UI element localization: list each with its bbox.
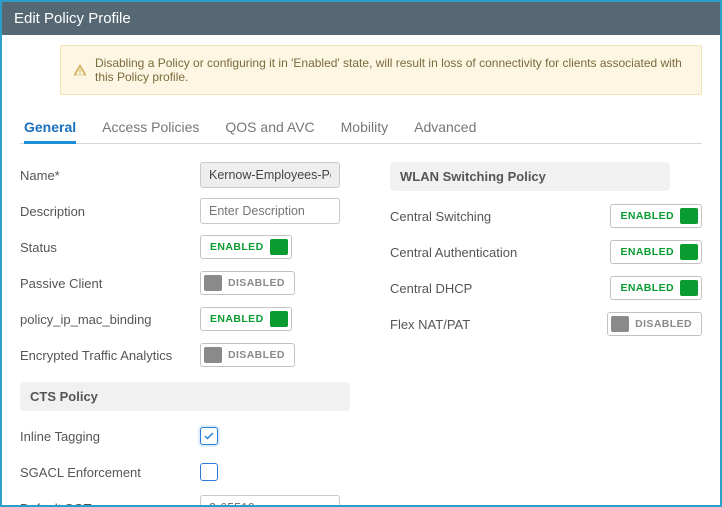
window-title: Edit Policy Profile <box>2 2 720 35</box>
flex-nat-pat-label: Flex NAT/PAT <box>390 317 550 332</box>
check-icon <box>203 430 215 442</box>
central-switching-toggle[interactable]: ENABLED <box>610 204 702 228</box>
tab-mobility[interactable]: Mobility <box>341 113 388 143</box>
central-auth-label: Central Authentication <box>390 245 550 260</box>
name-label: Name* <box>20 168 200 183</box>
sgacl-label: SGACL Enforcement <box>20 465 200 480</box>
status-toggle[interactable]: ENABLED <box>200 235 292 259</box>
tab-general[interactable]: General <box>24 113 76 143</box>
flex-nat-pat-toggle[interactable]: DISABLED <box>607 312 702 336</box>
content-area: Disabling a Policy or configuring it in … <box>2 35 720 505</box>
description-input[interactable] <box>200 198 340 224</box>
eta-toggle[interactable]: DISABLED <box>200 343 295 367</box>
central-auth-toggle-text: ENABLED <box>614 246 680 258</box>
toggle-knob <box>680 280 698 296</box>
passive-client-toggle[interactable]: DISABLED <box>200 271 295 295</box>
sgacl-checkbox[interactable] <box>200 463 218 481</box>
edit-policy-window: Edit Policy Profile Disabling a Policy o… <box>0 0 722 507</box>
left-column: Name* Description Status ENABLED <box>20 162 350 505</box>
cts-policy-header: CTS Policy <box>20 382 350 411</box>
central-switching-toggle-text: ENABLED <box>614 210 680 222</box>
warning-text: Disabling a Policy or configuring it in … <box>95 56 689 84</box>
toggle-knob <box>204 275 222 291</box>
toggle-knob <box>680 208 698 224</box>
tab-bar: General Access Policies QOS and AVC Mobi… <box>20 113 702 144</box>
warning-banner: Disabling a Policy or configuring it in … <box>60 45 702 95</box>
central-dhcp-label: Central DHCP <box>390 281 550 296</box>
status-toggle-text: ENABLED <box>204 241 270 253</box>
passive-client-label: Passive Client <box>20 276 200 291</box>
form-columns: Name* Description Status ENABLED <box>20 162 702 505</box>
wlan-switching-header: WLAN Switching Policy <box>390 162 670 191</box>
eta-label: Encrypted Traffic Analytics <box>20 348 200 363</box>
eta-toggle-text: DISABLED <box>222 349 291 361</box>
tab-qos-avc[interactable]: QOS and AVC <box>225 113 314 143</box>
name-input[interactable] <box>200 162 340 188</box>
toggle-knob <box>611 316 629 332</box>
passive-client-toggle-text: DISABLED <box>222 277 291 289</box>
flex-nat-pat-toggle-text: DISABLED <box>629 318 698 330</box>
central-auth-toggle[interactable]: ENABLED <box>610 240 702 264</box>
toggle-knob <box>270 311 288 327</box>
tab-access-policies[interactable]: Access Policies <box>102 113 199 143</box>
warning-icon <box>73 63 87 77</box>
default-sgt-label: Default SGT <box>20 501 200 506</box>
toggle-knob <box>270 239 288 255</box>
central-switching-label: Central Switching <box>390 209 550 224</box>
ip-mac-binding-toggle[interactable]: ENABLED <box>200 307 292 331</box>
inline-tagging-label: Inline Tagging <box>20 429 200 444</box>
ip-mac-binding-label: policy_ip_mac_binding <box>20 312 200 327</box>
inline-tagging-checkbox[interactable] <box>200 427 218 445</box>
central-dhcp-toggle-text: ENABLED <box>614 282 680 294</box>
toggle-knob <box>680 244 698 260</box>
central-dhcp-toggle[interactable]: ENABLED <box>610 276 702 300</box>
default-sgt-input[interactable] <box>200 495 340 505</box>
toggle-knob <box>204 347 222 363</box>
description-label: Description <box>20 204 200 219</box>
right-column: WLAN Switching Policy Central Switching … <box>390 162 702 505</box>
status-label: Status <box>20 240 200 255</box>
ip-mac-binding-toggle-text: ENABLED <box>204 313 270 325</box>
tab-advanced[interactable]: Advanced <box>414 113 476 143</box>
